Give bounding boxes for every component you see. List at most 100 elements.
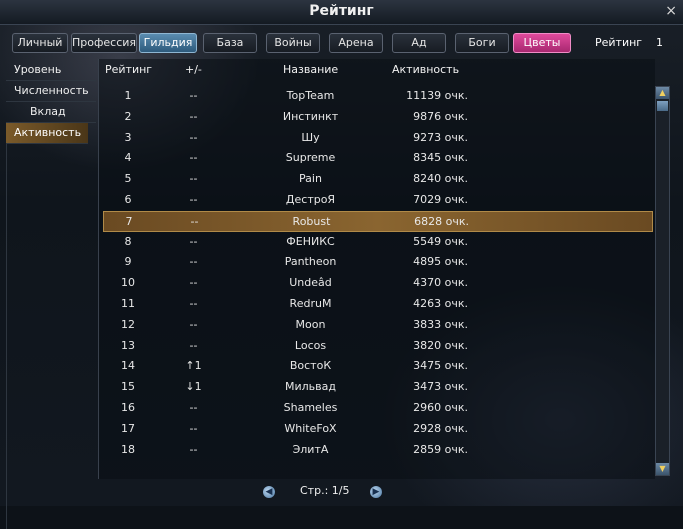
tab-arena[interactable]: Арена [329, 33, 383, 53]
rank-cell: 14 [121, 359, 135, 372]
header-activity: Активность [392, 63, 460, 76]
rank-cell: 8 [124, 235, 132, 248]
activity-cell: 3473 очк. [413, 380, 468, 393]
close-icon[interactable]: × [665, 3, 677, 19]
table-row[interactable]: 3 -- Шу 9273 очк. [103, 128, 651, 148]
table-row[interactable]: 17 -- WhiteFoX 2928 очк. [103, 419, 651, 439]
table-row[interactable]: 13 -- Locos 3820 очк. [103, 336, 651, 356]
scroll-thumb[interactable] [657, 101, 668, 111]
header-rank: Рейтинг [105, 63, 153, 76]
activity-cell: 2928 очк. [413, 422, 468, 435]
guild-name-cell: Мильвад [285, 380, 336, 393]
activity-cell: 4370 очк. [413, 276, 468, 289]
next-page-icon[interactable]: ▶ [370, 486, 382, 498]
change-cell: -- [189, 235, 198, 248]
table-row[interactable]: 14 ↑1 ВостоК 3475 очк. [103, 356, 651, 376]
change-cell: ↑1 [185, 359, 202, 372]
guild-name-cell: Pantheon [284, 255, 337, 268]
guild-name-cell: Moon [295, 318, 326, 331]
sidebar-item-level[interactable]: Уровень [6, 60, 96, 81]
table-row[interactable]: 8 -- ФЕНИКС 5549 очк. [103, 232, 651, 252]
table-row[interactable]: 4 -- Supreme 8345 очк. [103, 148, 651, 168]
activity-cell: 6828 очк. [414, 215, 469, 228]
guild-name-cell: Undeâd [289, 276, 332, 289]
sidebar-item-activity[interactable]: Активность [6, 123, 88, 144]
guild-name-cell: Инстинкт [282, 110, 339, 123]
scrollbar[interactable]: ▲ ▼ [655, 86, 670, 476]
table-row[interactable]: 11 -- RedruM 4263 очк. [103, 294, 651, 314]
change-cell: -- [189, 422, 198, 435]
rank-cell: 2 [124, 110, 132, 123]
change-cell: -- [189, 443, 198, 456]
rank-cell: 1 [124, 89, 132, 102]
window-title: Рейтинг [309, 3, 374, 19]
activity-cell: 2960 очк. [413, 401, 468, 414]
activity-cell: 4263 очк. [413, 297, 468, 310]
change-cell: -- [189, 297, 198, 310]
activity-cell: 9273 очк. [413, 131, 468, 144]
change-cell: -- [189, 339, 198, 352]
rank-cell: 5 [124, 172, 132, 185]
guild-name-cell: Supreme [285, 151, 336, 164]
tab-hell[interactable]: Ад [392, 33, 446, 53]
rank-cell: 10 [121, 276, 135, 289]
header-name: Название [283, 63, 339, 76]
activity-cell: 9876 очк. [413, 110, 468, 123]
table-row[interactable]: 10 -- Undeâd 4370 очк. [103, 273, 651, 293]
page-indicator: Стр.: 1/5 [300, 484, 350, 497]
header-change: +/- [185, 63, 202, 76]
table-row[interactable]: 18 -- ЭлитА 2859 очк. [103, 440, 651, 460]
rank-cell: 15 [121, 380, 135, 393]
tab-personal[interactable]: Личный [12, 33, 68, 53]
change-cell: -- [189, 151, 198, 164]
tab-flowers[interactable]: Цветы [513, 33, 571, 53]
table-row[interactable]: 5 -- Pain 8240 очк. [103, 169, 651, 189]
activity-cell: 11139 очк. [406, 89, 468, 102]
activity-cell: 5549 очк. [413, 235, 468, 248]
change-cell: -- [189, 193, 198, 206]
guild-name-cell: Pain [299, 172, 322, 185]
rating-label: Рейтинг [595, 36, 643, 49]
guild-name-cell: TopTeam [286, 89, 335, 102]
change-cell: -- [189, 276, 198, 289]
tab-wars[interactable]: Войны [266, 33, 320, 53]
rank-cell: 13 [121, 339, 135, 352]
scroll-up-icon[interactable]: ▲ [656, 87, 669, 99]
change-cell: -- [189, 89, 198, 102]
scroll-down-icon[interactable]: ▼ [656, 463, 669, 475]
rank-cell: 7 [125, 215, 133, 228]
sidebar-item-contribution[interactable]: Вклад [6, 102, 96, 123]
table-row[interactable]: 16 -- Shameles 2960 очк. [103, 398, 651, 418]
prev-page-icon[interactable]: ◀ [263, 486, 275, 498]
table-row[interactable]: 9 -- Pantheon 4895 очк. [103, 252, 651, 272]
rank-cell: 6 [124, 193, 132, 206]
table-row[interactable]: 7 -- Robust 6828 очк. [103, 211, 653, 232]
guild-name-cell: Шу [301, 131, 320, 144]
tab-profession[interactable]: Профессия [71, 33, 137, 53]
tab-gods[interactable]: Боги [455, 33, 509, 53]
table-row[interactable]: 15 ↓1 Мильвад 3473 очк. [103, 377, 651, 397]
change-cell: ↓1 [185, 380, 202, 393]
activity-cell: 7029 очк. [413, 193, 468, 206]
activity-cell: 8345 очк. [413, 151, 468, 164]
rank-cell: 9 [124, 255, 132, 268]
activity-cell: 3820 очк. [413, 339, 468, 352]
tab-base[interactable]: База [203, 33, 257, 53]
guild-name-cell: ЭлитА [292, 443, 329, 456]
guild-name-cell: ВостоК [289, 359, 332, 372]
change-cell: -- [189, 172, 198, 185]
table-row[interactable]: 12 -- Moon 3833 очк. [103, 315, 651, 335]
change-cell: -- [189, 131, 198, 144]
table-row[interactable]: 2 -- Инстинкт 9876 очк. [103, 107, 651, 127]
table-row[interactable]: 1 -- TopTeam 11139 очк. [103, 86, 651, 106]
rank-cell: 3 [124, 131, 132, 144]
rank-cell: 4 [124, 151, 132, 164]
change-cell: -- [189, 401, 198, 414]
tab-guild[interactable]: Гильдия [139, 33, 197, 53]
table-row[interactable]: 6 -- ДестроЯ 7029 очк. [103, 190, 651, 210]
rank-cell: 12 [121, 318, 135, 331]
sidebar-item-members[interactable]: Численность [6, 81, 96, 102]
guild-name-cell: ФЕНИКС [286, 235, 335, 248]
activity-cell: 4895 очк. [413, 255, 468, 268]
guild-name-cell: Robust [292, 215, 331, 228]
